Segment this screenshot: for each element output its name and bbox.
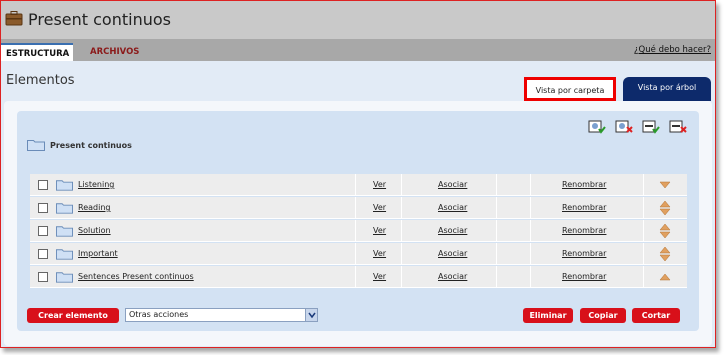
folder-panel: Present continuos Listening Ver Asociar Ren… <box>17 111 699 331</box>
view-folder-tab[interactable]: Vista por carpeta <box>524 77 616 101</box>
column-divider <box>401 174 402 196</box>
row-name-link[interactable]: Sentences Present continuos <box>78 266 194 288</box>
row-name-link[interactable]: Listening <box>78 174 114 196</box>
move-up-down-icon[interactable] <box>659 245 671 263</box>
table-row: Sentences Present continuos Ver Asociar Ren… <box>30 266 687 288</box>
tab-archivos[interactable]: ARCHIVOS <box>85 43 144 61</box>
column-divider <box>530 174 531 196</box>
page-title: Present continuos <box>28 10 171 29</box>
action-bar: Crear elemento Otras acciones Eliminar C… <box>27 307 689 325</box>
folder-icon <box>56 249 73 260</box>
row-rename-link[interactable]: Renombrar <box>562 220 606 242</box>
row-rename-link[interactable]: Renombrar <box>562 266 606 288</box>
column-divider <box>401 220 402 242</box>
folder-icon <box>56 226 73 237</box>
column-divider <box>496 266 497 288</box>
table-row: Important Ver Asociar Renombrar <box>30 243 687 265</box>
folder-icon <box>27 140 45 151</box>
column-divider <box>355 243 356 265</box>
section-title: Elementos <box>6 73 75 88</box>
help-link[interactable]: ¿Qué debo hacer? <box>634 45 711 55</box>
table-row: Reading Ver Asociar Renombrar <box>30 197 687 219</box>
root-folder[interactable]: Present continuos <box>27 139 132 151</box>
row-rename-link[interactable]: Renombrar <box>562 174 606 196</box>
expand-all-icon[interactable] <box>642 120 660 134</box>
row-associate-link[interactable]: Asociar <box>438 266 467 288</box>
row-name-link[interactable]: Solution <box>78 220 111 242</box>
column-divider <box>496 197 497 219</box>
tab-estructura[interactable]: ESTRUCTURA <box>1 43 73 61</box>
folder-icon <box>56 272 73 283</box>
chevron-down-icon[interactable] <box>305 309 317 321</box>
table-row: Listening Ver Asociar Renombrar <box>30 174 687 196</box>
row-view-link[interactable]: Ver <box>373 197 386 219</box>
content-panel: Present continuos Listening Ver Asociar Ren… <box>4 101 712 346</box>
column-divider <box>530 266 531 288</box>
row-associate-link[interactable]: Asociar <box>438 197 467 219</box>
column-divider <box>530 243 531 265</box>
delete-button[interactable]: Eliminar <box>523 308 573 323</box>
collapse-all-icon[interactable] <box>669 120 687 134</box>
row-checkbox[interactable] <box>38 180 48 190</box>
tab-bar: ESTRUCTURA ARCHIVOS ¿Qué debo hacer? <box>1 39 715 61</box>
title-bar: Present continuos <box>1 1 715 39</box>
column-divider <box>355 220 356 242</box>
column-divider <box>401 266 402 288</box>
column-divider <box>355 266 356 288</box>
add-folder-icon[interactable] <box>588 120 606 134</box>
folder-icon <box>56 203 73 214</box>
column-divider <box>496 220 497 242</box>
row-view-link[interactable]: Ver <box>373 266 386 288</box>
app-window: Present continuos ESTRUCTURA ARCHIVOS ¿Q… <box>0 0 716 348</box>
row-checkbox[interactable] <box>38 249 48 259</box>
column-divider <box>643 174 644 196</box>
move-down-icon[interactable] <box>659 176 671 194</box>
column-divider <box>530 220 531 242</box>
row-view-link[interactable]: Ver <box>373 220 386 242</box>
create-element-button[interactable]: Crear elemento <box>27 308 119 323</box>
column-divider <box>643 197 644 219</box>
row-associate-link[interactable]: Asociar <box>438 174 467 196</box>
move-up-down-icon[interactable] <box>659 222 671 240</box>
column-divider <box>355 197 356 219</box>
copy-button[interactable]: Copiar <box>580 308 626 323</box>
row-associate-link[interactable]: Asociar <box>438 220 467 242</box>
column-divider <box>496 174 497 196</box>
move-up-icon[interactable] <box>659 268 671 286</box>
root-folder-label: Present continuos <box>50 140 132 150</box>
column-divider <box>643 266 644 288</box>
column-divider <box>401 197 402 219</box>
main-area: Elementos Vista por carpeta Vista por ár… <box>1 61 715 347</box>
column-divider <box>496 243 497 265</box>
row-name-link[interactable]: Important <box>78 243 118 265</box>
row-view-link[interactable]: Ver <box>373 243 386 265</box>
column-divider <box>401 243 402 265</box>
row-rename-link[interactable]: Renombrar <box>562 243 606 265</box>
table-row: Solution Ver Asociar Renombrar <box>30 220 687 242</box>
remove-folder-icon[interactable] <box>615 120 633 134</box>
briefcase-icon <box>5 11 23 26</box>
folder-icon <box>56 180 73 191</box>
move-up-down-icon[interactable] <box>659 199 671 217</box>
row-checkbox[interactable] <box>38 203 48 213</box>
column-divider <box>355 174 356 196</box>
row-rename-link[interactable]: Renombrar <box>562 197 606 219</box>
row-checkbox[interactable] <box>38 226 48 236</box>
column-divider <box>643 220 644 242</box>
row-view-link[interactable]: Ver <box>373 174 386 196</box>
view-tree-tab[interactable]: Vista por árbol <box>623 77 711 101</box>
row-name-link[interactable]: Reading <box>78 197 110 219</box>
row-associate-link[interactable]: Asociar <box>438 243 467 265</box>
row-checkbox[interactable] <box>38 272 48 282</box>
toolbar-icons <box>588 120 687 134</box>
other-actions-select[interactable]: Otras acciones <box>125 308 318 322</box>
other-actions-label: Otras acciones <box>129 310 189 319</box>
elements-table: Listening Ver Asociar Renombrar Reading Ver As… <box>30 174 687 289</box>
column-divider <box>530 197 531 219</box>
cut-button[interactable]: Cortar <box>632 308 680 323</box>
column-divider <box>643 243 644 265</box>
